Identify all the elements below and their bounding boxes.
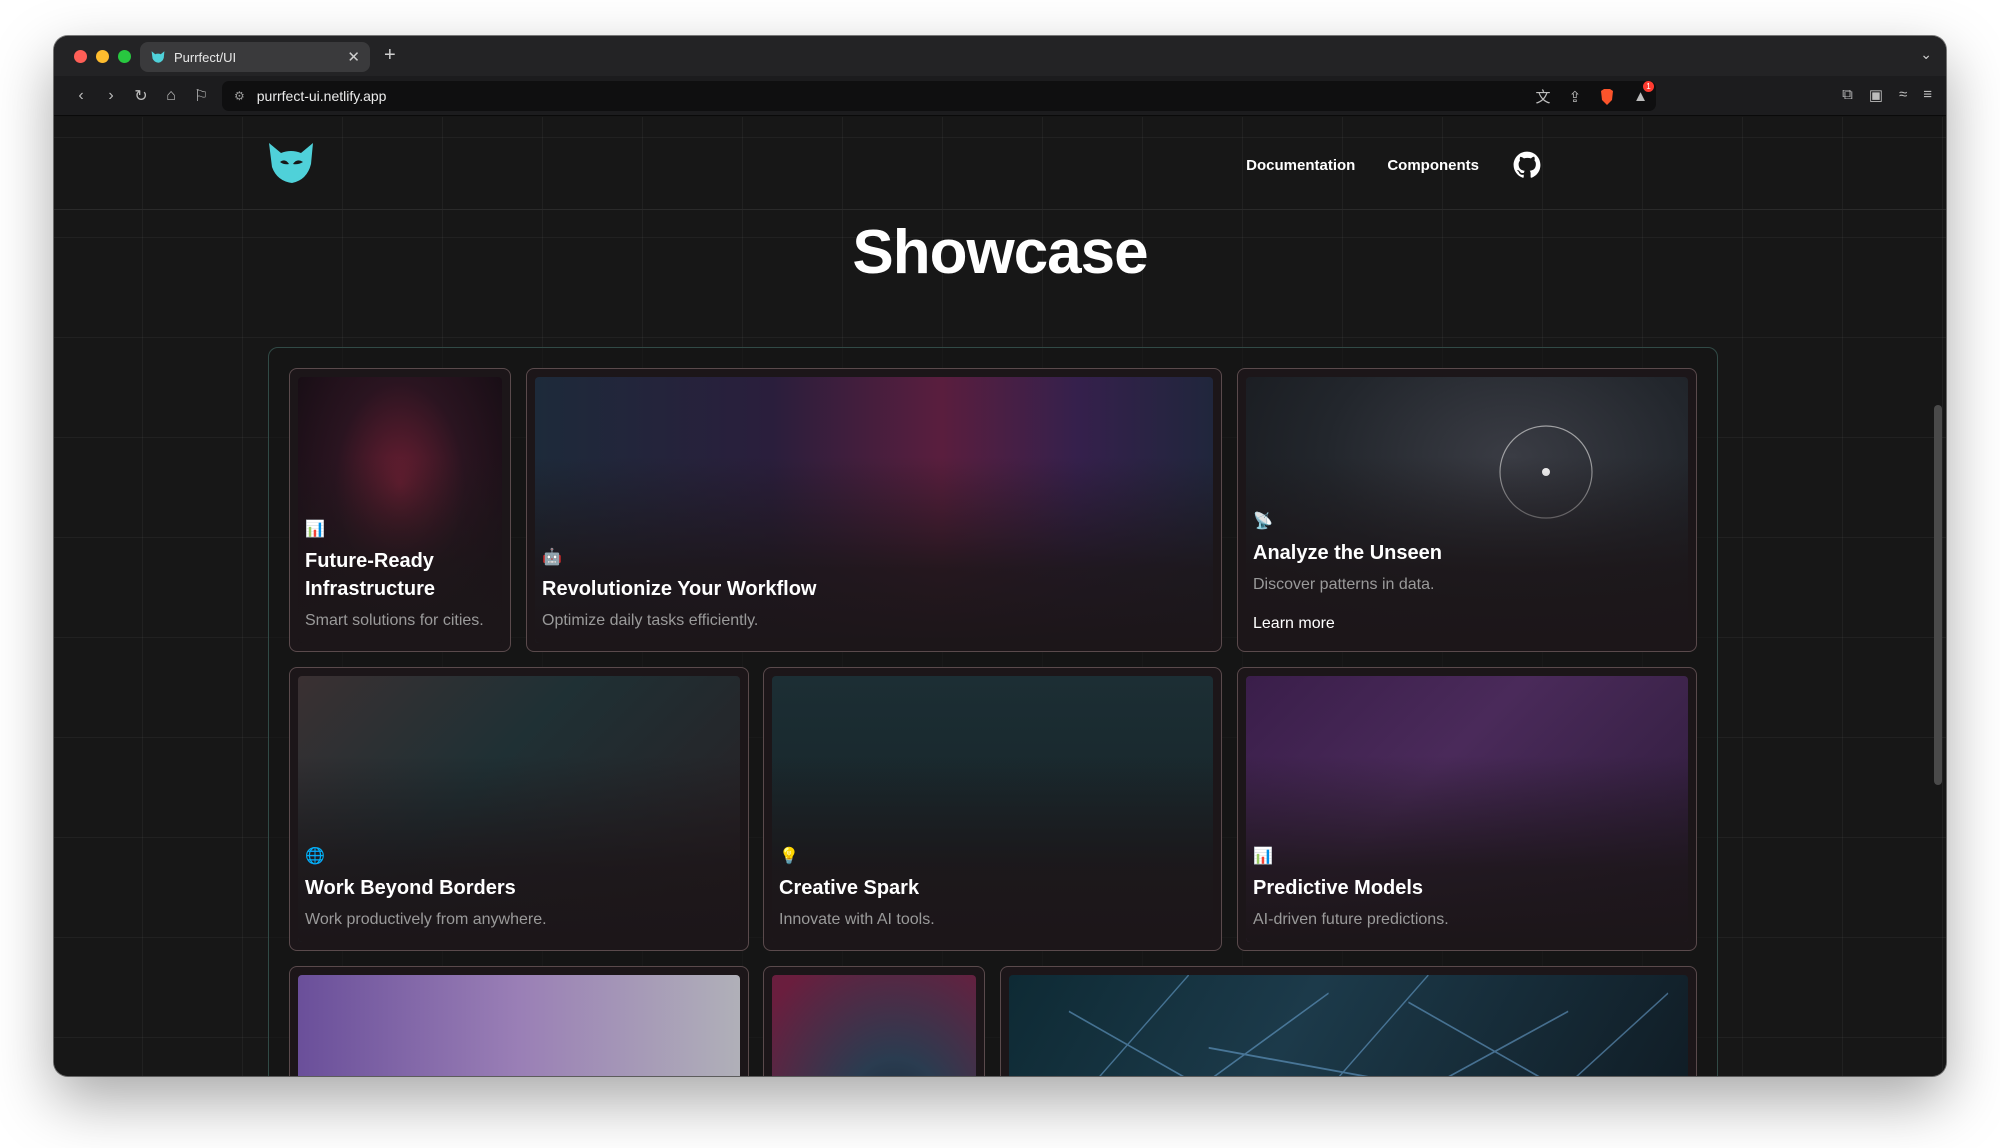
maximize-window-button[interactable] [118,49,131,63]
card-description: Optimize daily tasks efficiently. [542,612,759,629]
sidebar-icon[interactable]: ▣ [1869,86,1883,104]
back-icon[interactable]: ‹ [66,87,96,105]
tab-list-chevron-icon[interactable]: ⌄ [1920,46,1932,63]
network-lines-graphic [1068,974,1669,1076]
card-analyze[interactable]: 📡 Analyze the Unseen Discover patterns i… [1237,368,1697,652]
card-row3-right[interactable] [1000,966,1697,1076]
window-controls [74,49,131,63]
extensions-icon[interactable]: ⧉ [1842,86,1853,104]
card-title: Revolutionize Your Workflow [542,578,817,600]
card-infrastructure[interactable]: 📊 Future-Ready Infrastructure Smart solu… [289,368,511,652]
nav-components-link[interactable]: Components [1387,157,1479,174]
card-title: Future-Ready Infrastructure [305,550,436,600]
chart-icon: 📊 [305,521,325,538]
showcase-grid: 📊 Future-Ready Infrastructure Smart solu… [268,347,1718,1076]
close-window-button[interactable] [74,49,87,63]
lightbulb-icon: 💡 [779,848,799,865]
site-settings-icon[interactable]: ⚙ [234,89,245,103]
brave-shields-icon[interactable] [1599,88,1615,106]
card-description: Discover patterns in data. [1253,576,1435,593]
card-title: Analyze the Unseen [1253,542,1442,564]
pastel-image [298,975,740,1076]
card-row3-middle[interactable] [763,966,985,1076]
omnibox-actions: 文 ⇪ ▲ 1 [1536,81,1654,107]
tab-bar: Purrfect/UI ✕ + ⌄ [54,36,1946,76]
browser-window: Purrfect/UI ✕ + ⌄ ‹ › ↻ ⌂ ⚐ ⚙ purrfect-u… [54,36,1946,1076]
globe-icon: 🌐 [305,848,325,865]
url-text: purrfect-ui.netlify.app [256,88,387,104]
vpn-icon[interactable]: ≈ [1899,86,1907,104]
learn-more-link[interactable]: Learn more [1253,615,1681,633]
card-description: Work productively from anywhere. [305,911,547,928]
new-tab-icon[interactable]: + [384,44,396,67]
purrfect-logo-icon[interactable] [266,140,316,186]
card-workflow[interactable]: 🤖 Revolutionize Your Workflow Optimize d… [526,368,1222,652]
card-models[interactable]: 📊 Predictive Models AI-driven future pre… [1237,667,1697,951]
site-nav: Documentation Components [1246,151,1541,179]
card-title: Predictive Models [1253,877,1424,899]
toolbar-actions: ⧉ ▣ ≈ ≡ [1842,86,1932,104]
cat-favicon-icon [151,51,165,63]
address-toolbar: ‹ › ↻ ⌂ ⚐ ⚙ purrfect-ui.netlify.app 文 ⇪ … [54,76,1946,116]
bookmark-icon[interactable]: ⚐ [186,86,216,106]
minimize-window-button[interactable] [96,49,109,63]
github-icon[interactable] [1513,151,1541,179]
translate-icon[interactable]: 文 [1536,86,1551,107]
satellite-icon: 📡 [1253,513,1273,530]
home-icon[interactable]: ⌂ [156,87,186,105]
card-description: Smart solutions for cities. [305,612,484,629]
card-spark[interactable]: 💡 Creative Spark Innovate with AI tools. [763,667,1222,951]
site-header: Documentation Components [54,117,1946,210]
brave-rewards-icon[interactable]: ▲ 1 [1633,81,1654,105]
page-viewport: Documentation Components Showcase 📊 Futu… [54,117,1946,1076]
card-borders[interactable]: 🌐 Work Beyond Borders Work productively … [289,667,749,951]
robot-icon: 🤖 [542,549,562,566]
tab-close-icon[interactable]: ✕ [347,48,360,66]
share-icon[interactable]: ⇪ [1569,88,1582,106]
reload-icon[interactable]: ↻ [126,86,156,106]
bar-chart-icon: 📊 [1253,848,1273,865]
card-title: Work Beyond Borders [305,877,516,899]
notification-badge: 1 [1643,81,1654,92]
tab-title: Purrfect/UI [174,49,237,65]
card-description: AI-driven future predictions. [1253,911,1449,928]
network-lines-image [1009,974,1688,1076]
neon-tube-image [772,975,976,1076]
card-title: Creative Spark [779,877,920,899]
menu-icon[interactable]: ≡ [1923,86,1932,104]
nav-documentation-link[interactable]: Documentation [1246,157,1355,174]
forward-icon[interactable]: › [96,87,126,105]
card-description: Innovate with AI tools. [779,911,935,928]
address-bar[interactable]: ⚙ purrfect-ui.netlify.app 文 ⇪ ▲ 1 [222,81,1656,111]
page-title: Showcase [852,218,1148,287]
browser-tab[interactable]: Purrfect/UI ✕ [140,42,370,72]
card-row3-left[interactable] [289,966,749,1076]
page-scrollbar[interactable] [1934,405,1942,785]
